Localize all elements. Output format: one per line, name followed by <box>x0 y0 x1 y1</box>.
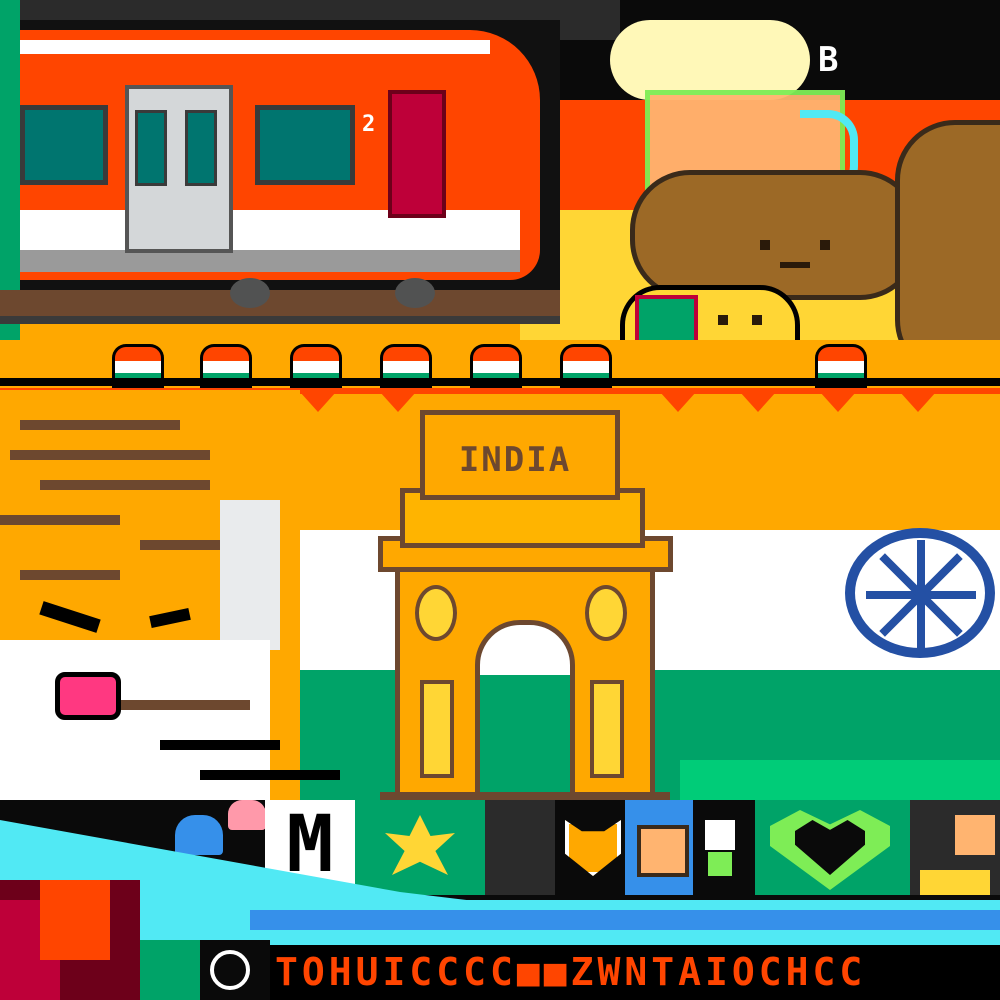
divider-line <box>0 378 1000 386</box>
cab-door <box>388 90 446 218</box>
ring-icon <box>210 950 250 990</box>
rail-line <box>0 316 560 324</box>
zigzag-trim <box>660 392 696 412</box>
zigzag-trim <box>380 392 416 412</box>
pink-heart-icon <box>228 800 266 830</box>
river-shadow <box>250 910 1000 930</box>
zigzag-trim <box>820 392 856 412</box>
ticker-border <box>270 930 1000 946</box>
avatar <box>955 815 995 855</box>
train-wheel <box>395 278 435 308</box>
tiger-stripe <box>160 740 280 750</box>
tiger-stripe <box>200 770 340 780</box>
train-number: 2 <box>362 112 376 137</box>
blue-heart-icon <box>175 815 223 855</box>
character-mouth <box>780 262 810 268</box>
door-window <box>135 110 167 186</box>
tiger-stripe <box>0 515 120 525</box>
train-roof-stripe <box>20 40 490 54</box>
tiger-stripe <box>140 540 230 550</box>
train-window <box>255 105 355 185</box>
arch-green-view <box>480 675 570 800</box>
character-tile <box>485 800 555 895</box>
avatar <box>637 825 689 877</box>
gold-pot-icon <box>920 870 990 895</box>
gate-medallion <box>415 585 457 641</box>
sausage-character <box>630 170 920 300</box>
character-eye <box>820 240 830 250</box>
train-wheel <box>230 278 270 308</box>
tiger-nose <box>55 672 121 720</box>
gate-inscription: INDIA <box>458 440 572 480</box>
small-tile <box>140 940 200 1000</box>
zigzag-trim <box>740 392 776 412</box>
character-eye <box>752 315 762 325</box>
figure-body <box>708 852 732 876</box>
tiger-stripe <box>20 420 180 430</box>
gate-niche <box>420 680 454 778</box>
zigzag-trim <box>900 392 936 412</box>
pixel-art-canvas: 2 B INDIA M TOHUICCCC■■ZWNTAIOCHCC <box>0 0 1000 1000</box>
tiger-stripe <box>40 480 210 490</box>
character-eye <box>718 315 728 325</box>
tiger-cheek <box>220 500 280 650</box>
tiger-stripe <box>10 450 210 460</box>
gate-niche <box>590 680 624 778</box>
corner-letter: B <box>818 40 839 80</box>
tiger-stripe <box>20 570 120 580</box>
gate-medallion <box>585 585 627 641</box>
skull-icon <box>705 820 735 850</box>
train-window <box>20 105 108 185</box>
character-eye <box>760 240 770 250</box>
train-undercarriage <box>20 250 520 272</box>
bottom-left-artwork <box>40 880 110 960</box>
m-logo: M <box>286 800 334 890</box>
beer-foam <box>610 20 810 100</box>
door-window <box>185 110 217 186</box>
zigzag-trim <box>300 392 336 412</box>
tiger-muzzle <box>0 640 270 810</box>
pixel-text-ticker: TOHUICCCC■■ZWNTAIOCHCC <box>275 950 867 994</box>
tiger-stripe <box>120 700 250 710</box>
